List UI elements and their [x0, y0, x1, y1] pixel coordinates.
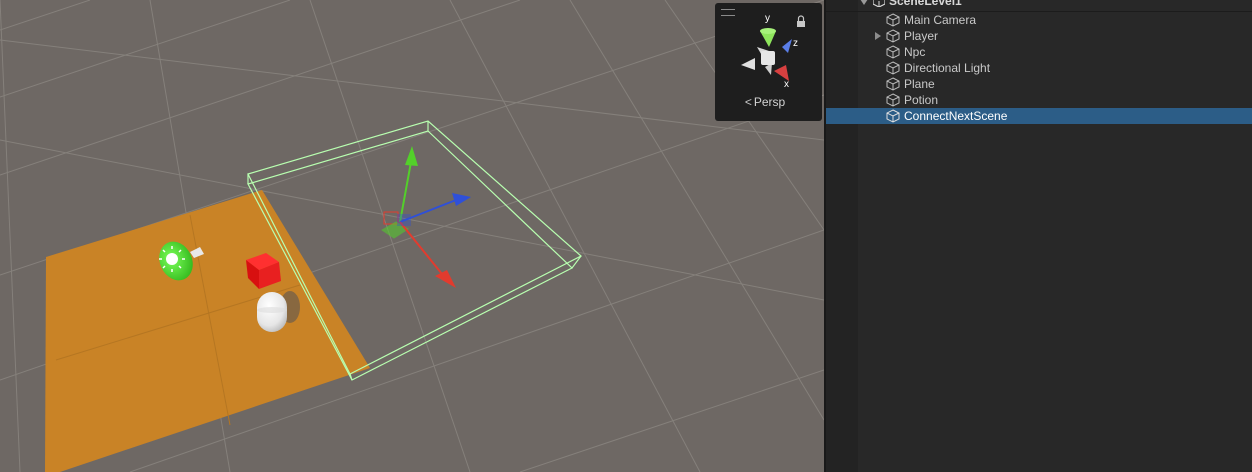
expand-arrow-icon[interactable]: [860, 0, 868, 5]
ground-plane: [45, 190, 370, 472]
scene-canvas[interactable]: [0, 0, 824, 472]
hierarchy-item-plane[interactable]: Plane: [826, 76, 1252, 92]
cube-icon: [886, 45, 900, 59]
z-axis-cone[interactable]: [782, 39, 792, 53]
y-axis-label: y: [765, 13, 770, 24]
y-axis-cone[interactable]: [760, 28, 776, 47]
hierarchy-item-directional-light[interactable]: Directional Light: [826, 60, 1252, 76]
hierarchy-item-label: Potion: [904, 93, 939, 107]
unity-editor: y z x <Persp SceneLevel1 ⋮ Main Camera: [0, 0, 1252, 472]
hierarchy-item-npc[interactable]: Npc: [826, 44, 1252, 60]
scene-view[interactable]: y z x < Persp: [0, 0, 824, 472]
hierarchy-item-label: Directional Light: [904, 61, 991, 75]
hierarchy-item-connect-next-scene[interactable]: ConnectNextScene: [826, 108, 1252, 124]
cube-icon: [886, 61, 900, 75]
projection-toggle[interactable]: < Persp: [715, 95, 815, 109]
cube-icon: [886, 77, 900, 91]
hierarchy-item-label: Main Camera: [904, 13, 977, 27]
hierarchy-item-label: Npc: [904, 45, 926, 59]
perspective-icon: <: [744, 95, 752, 109]
hierarchy-panel: SceneLevel1 ⋮ Main Camera Player Npc Dir…: [826, 0, 1252, 472]
hierarchy-item-main-camera[interactable]: Main Camera: [826, 12, 1252, 28]
scene-name: SceneLevel1: [889, 0, 962, 8]
projection-label: Persp: [753, 95, 786, 109]
lock-icon[interactable]: [797, 15, 805, 27]
x-axis-label: x: [784, 79, 789, 90]
cube-icon: [886, 93, 900, 107]
cube-icon: [886, 109, 900, 123]
orientation-gizmo[interactable]: y z x < Persp: [715, 3, 822, 121]
hierarchy-item-label: ConnectNextScene: [904, 109, 1008, 123]
hierarchy-item-player[interactable]: Player: [826, 28, 1252, 44]
expand-arrow-icon[interactable]: [875, 32, 881, 40]
hierarchy-item-label: Plane: [904, 77, 935, 91]
hierarchy-item-label: Player: [904, 29, 939, 43]
hierarchy-item-potion[interactable]: Potion: [826, 92, 1252, 108]
center-cube: [761, 51, 775, 65]
cube-icon: [886, 29, 900, 43]
unity-scene-icon: [873, 0, 885, 7]
scene-root-item[interactable]: SceneLevel1 ⋮: [826, 0, 1252, 9]
cube-icon: [886, 13, 900, 27]
z-axis-label: z: [793, 38, 798, 49]
